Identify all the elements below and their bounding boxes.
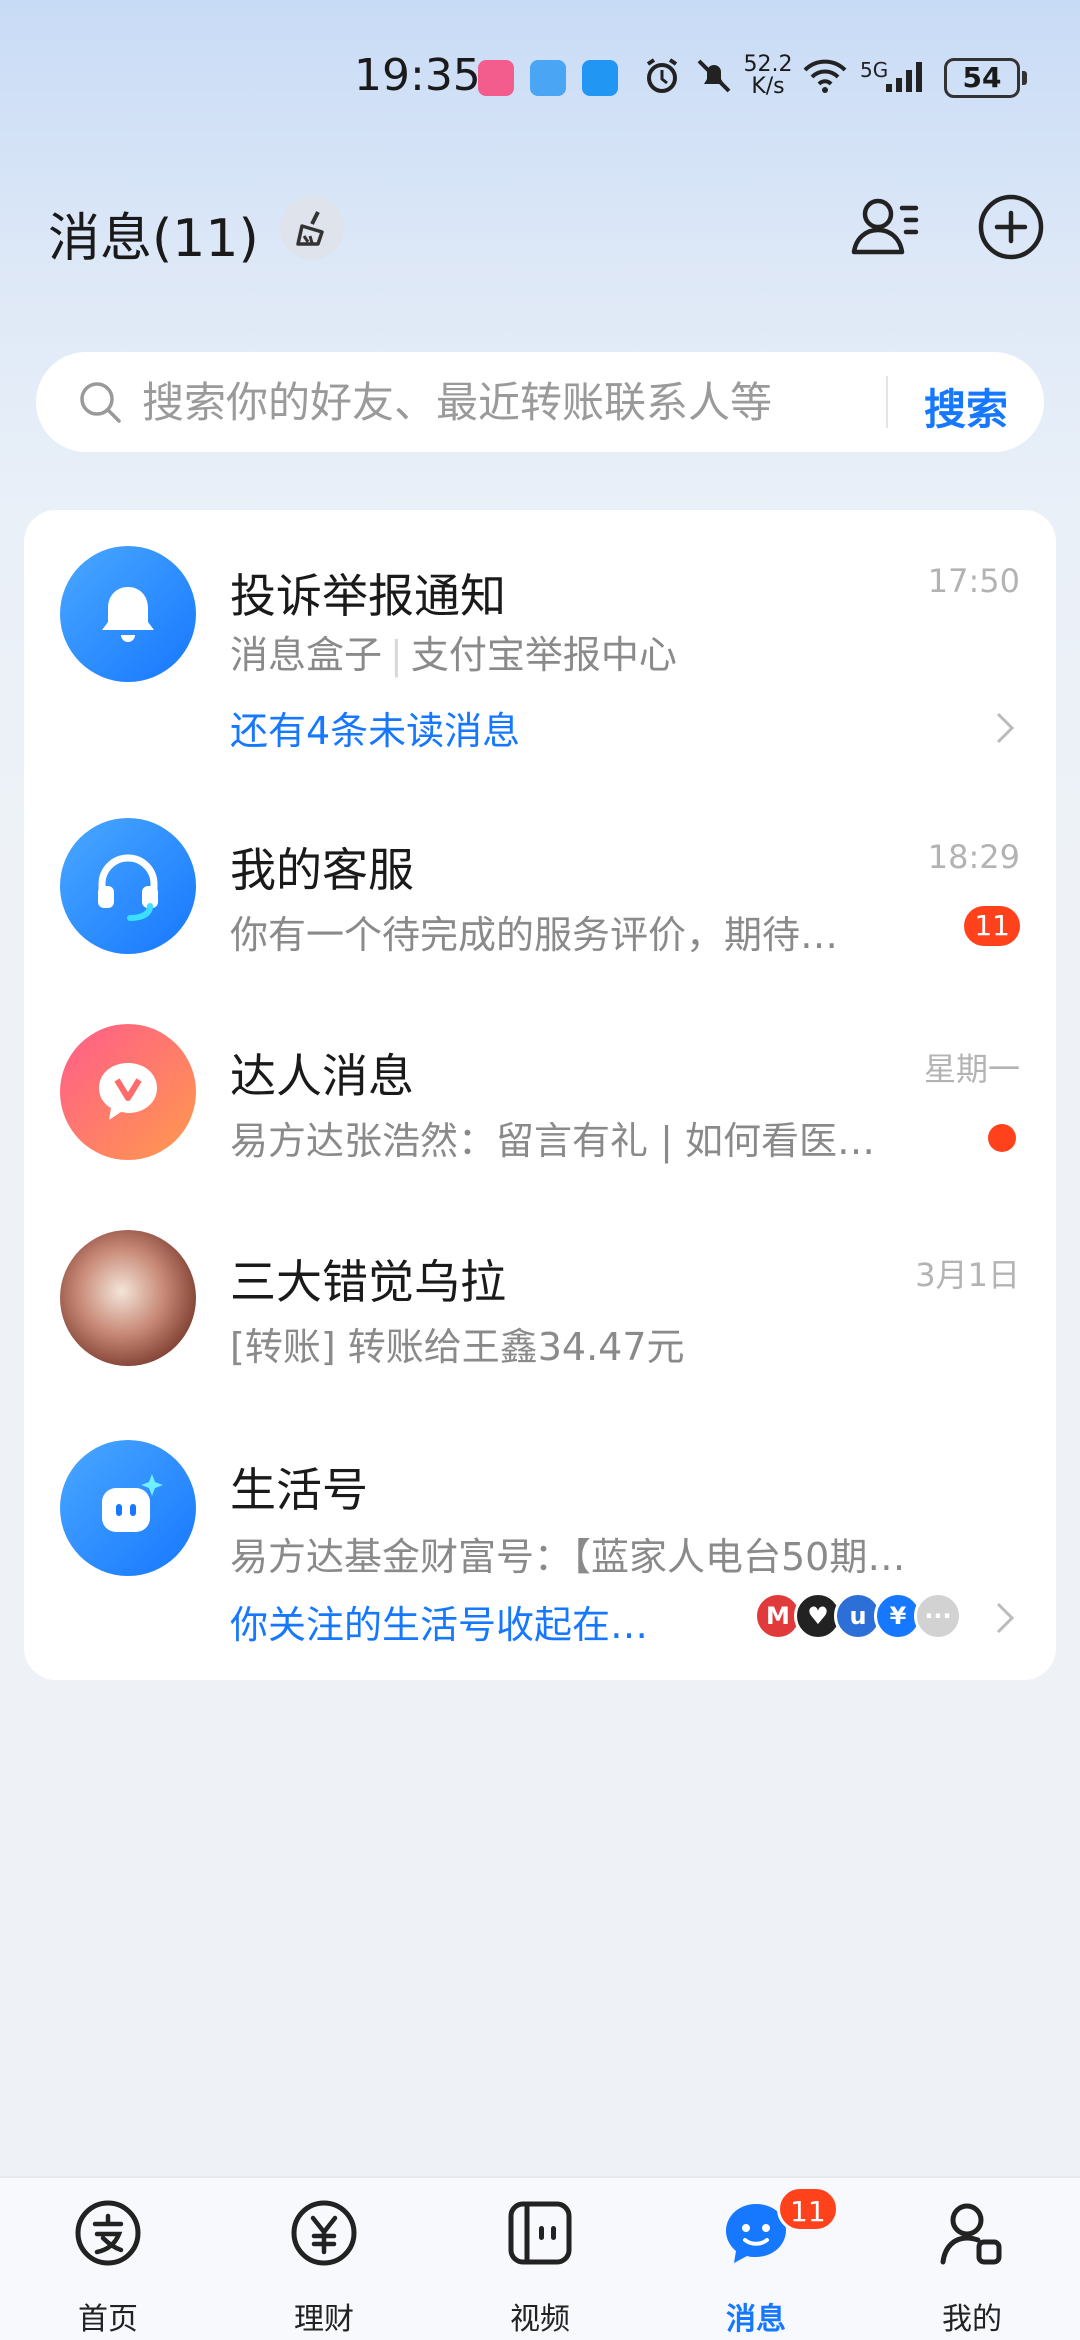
search-icon <box>80 382 121 423</box>
unread-dot <box>988 1124 1016 1152</box>
message-subtitle: 易方达张浩然：留言有礼 | 如何看医… <box>230 1119 875 1163</box>
contacts-icon[interactable] <box>850 190 922 262</box>
message-title: 生活号 <box>230 1463 368 1517</box>
nav-item-video[interactable]: 视频 <box>465 2194 615 2337</box>
user-photo <box>60 1230 196 1366</box>
message-time: 星期一 <box>923 1050 1020 1088</box>
battery-indicator: 54 <box>944 58 1027 98</box>
page-title: 消息(11) <box>48 209 259 269</box>
headset-icon <box>98 854 158 921</box>
nav-item-profile[interactable]: 我的 <box>897 2194 1047 2337</box>
bell-avatar <box>60 546 196 682</box>
message-subtitle: 易方达基金财富号：【蓝家人电台50期… <box>230 1535 906 1579</box>
message-subtitle: 消息盒子 | 支付宝举报中心 <box>230 633 677 677</box>
life-account-icon <box>102 1474 163 1532</box>
message-list: 投诉举报通知 消息盒子 | 支付宝举报中心 还有4条未读消息 17:50 我的客服 … <box>24 510 1056 1680</box>
alipay-home-icon <box>75 2200 141 2266</box>
message-time: 17:50 <box>927 562 1020 600</box>
message-title: 我的客服 <box>230 843 414 897</box>
wifi-icon <box>803 59 847 93</box>
weather-app-icon <box>530 60 566 96</box>
message-title: 投诉举报通知 <box>230 569 506 623</box>
status-bar: 19:35 52.2 K/s 5G 54 <box>0 0 1080 150</box>
message-item-influencer[interactable]: 达人消息 易方达张浩然：留言有礼 | 如何看医… 星期一 <box>24 996 1056 1202</box>
mute-bell-icon <box>697 59 731 93</box>
search-divider <box>886 376 888 428</box>
followed-accounts-avatars: M ♥ u ¥ ··· <box>754 1592 974 1640</box>
message-item-life-account[interactable]: 生活号 易方达基金财富号：【蓝家人电台50期… 你关注的生活号收起在… M ♥ … <box>24 1408 1056 1680</box>
search-bar: 搜索 <box>36 352 1044 452</box>
more-accounts-icon: ··· <box>914 1592 962 1640</box>
nav-label: 消息 <box>726 2302 786 2337</box>
search-input[interactable] <box>142 376 902 428</box>
message-item-contact[interactable]: 三大错觉乌拉 [转账] 转账给王鑫34.47元 3月1日 <box>24 1202 1056 1408</box>
message-item-customer-service[interactable]: 我的客服 你有一个待完成的服务评价，期待… 18:29 11 <box>24 790 1056 996</box>
collapsed-accounts-link[interactable]: 你关注的生活号收起在… <box>230 1594 670 1649</box>
message-title: 达人消息 <box>230 1049 414 1103</box>
profile-icon <box>940 2203 1002 2265</box>
nav-label: 理财 <box>294 2302 354 2337</box>
v-chat-icon <box>99 1063 157 1120</box>
message-title: 三大错觉乌拉 <box>230 1255 506 1309</box>
signal-icon <box>886 62 922 92</box>
search-button[interactable]: 搜索 <box>924 376 1008 437</box>
bell-icon <box>102 587 154 642</box>
message-subtitle: [转账] 转账给王鑫34.47元 <box>230 1325 685 1369</box>
nav-item-wealth[interactable]: 理财 <box>249 2194 399 2337</box>
yuan-icon <box>291 2200 357 2266</box>
alarm-icon <box>646 58 678 93</box>
message-time: 18:29 <box>927 838 1020 876</box>
unread-count-link[interactable]: 还有4条未读消息 <box>230 700 830 755</box>
search-app-icon <box>582 60 618 96</box>
net-speed: 52.2 K/s <box>743 52 793 99</box>
nav-item-home[interactable]: 首页 <box>33 2194 183 2337</box>
customer-service-avatar <box>60 818 196 954</box>
clear-unread-button[interactable] <box>280 196 344 260</box>
unread-badge: 11 <box>964 906 1020 946</box>
message-subtitle: 你有一个待完成的服务评价，期待… <box>230 913 839 957</box>
nav-label: 首页 <box>78 2302 138 2337</box>
chevron-right-icon <box>996 1602 1015 1634</box>
bottom-nav: 首页 理财 视频 11 消息 我的 <box>0 2176 1080 2340</box>
video-icon <box>508 2201 572 2265</box>
nav-item-messages[interactable]: 11 消息 <box>681 2186 839 2337</box>
chevron-right-icon <box>996 712 1015 744</box>
nav-label: 我的 <box>942 2302 1002 2337</box>
bilibili-app-icon <box>478 60 514 96</box>
broom-icon <box>296 211 324 246</box>
message-item-complaint[interactable]: 投诉举报通知 消息盒子 | 支付宝举报中心 还有4条未读消息 17:50 <box>24 510 1056 790</box>
status-time: 19:35 <box>354 50 481 101</box>
life-account-avatar <box>60 1440 196 1576</box>
influencer-avatar <box>60 1024 196 1160</box>
nav-unread-badge: 11 <box>777 2186 839 2232</box>
add-icon[interactable] <box>978 194 1044 260</box>
message-time: 3月1日 <box>915 1256 1020 1294</box>
nav-label: 视频 <box>510 2302 570 2337</box>
